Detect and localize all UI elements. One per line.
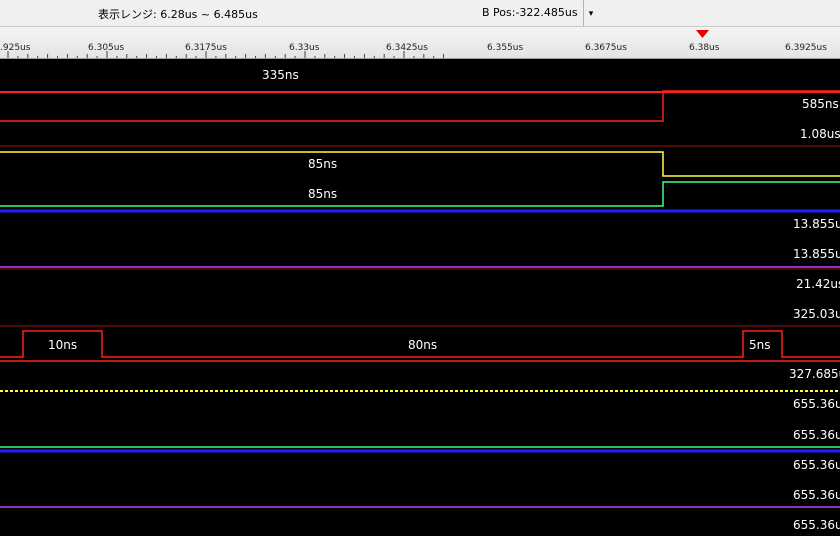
row-7-label: 13.855us — [793, 247, 840, 261]
row-10-label-a: 10ns — [48, 338, 77, 352]
row-14: 655.36us — [793, 458, 840, 472]
row-2-label: 585ns — [802, 97, 839, 111]
row-12-label: 655.36us — [793, 397, 840, 411]
row-10: 10ns 80ns 5ns — [0, 330, 840, 358]
tick-label-3: 6.33us — [289, 43, 320, 53]
row-6-label: 13.855us — [793, 217, 840, 231]
ruler-labels: .925us 6.305us 6.3175us 6.33us 6.3425us … — [0, 43, 827, 53]
tick-label-1: 6.305us — [88, 43, 124, 53]
row-13: 655.36us — [0, 428, 840, 448]
header-divider — [583, 0, 584, 26]
row-12: 655.36us — [0, 390, 840, 411]
row-16: 655.36us — [793, 518, 840, 532]
range-label: 表示レンジ: 6.28us ~ 6.485us — [98, 8, 258, 21]
tick-label-0: .925us — [0, 43, 31, 53]
tick-label-4: 6.3425us — [386, 43, 428, 53]
row-1: 335ns — [0, 68, 840, 122]
row-11-label: 327.685us — [789, 367, 840, 381]
tick-label-6: 6.3675us — [585, 43, 627, 53]
tick-label-5: 6.355us — [487, 43, 523, 53]
row-8: 21.42us — [0, 268, 840, 291]
b-pos-label: B Pos:-322.485us — [482, 6, 578, 19]
row-1-bus-line — [0, 90, 840, 122]
row-2: 585ns — [0, 91, 840, 111]
tick-label-2: 6.3175us — [185, 43, 227, 53]
row-3: 1.08us — [0, 127, 840, 147]
row-11: 327.685us — [0, 360, 840, 381]
row-7: 13.855us — [0, 247, 840, 268]
row-16-label: 655.36us — [793, 518, 840, 532]
row-4-signal — [0, 151, 840, 177]
row-5: 85ns — [0, 181, 840, 207]
row-4-label: 85ns — [308, 157, 337, 171]
row-10-label-c: 5ns — [749, 338, 771, 352]
tick-label-8: 6.3925us — [785, 43, 827, 53]
row-8-label: 21.42us — [796, 277, 840, 291]
row-13-label: 655.36us — [793, 428, 840, 442]
row-5-label: 85ns — [308, 187, 337, 201]
row-4: 85ns — [0, 151, 840, 177]
ruler-svg: .925us 6.305us 6.3175us 6.33us 6.3425us … — [0, 30, 827, 58]
waveform-area[interactable]: 335ns 585ns 1.08us 85ns 85ns 13.855us 13… — [0, 59, 840, 536]
cursor-marker-icon[interactable] — [696, 30, 709, 38]
tick-label-7: 6.38us — [689, 43, 720, 53]
row-14-label: 655.36us — [793, 458, 840, 472]
row-10-label-b: 80ns — [408, 338, 437, 352]
row-15: 655.36us — [0, 488, 840, 508]
row-9: 325.03us — [0, 307, 840, 327]
row-3-label: 1.08us — [800, 127, 840, 141]
row-1-label: 335ns — [262, 68, 299, 82]
header-bar: 表示レンジ: 6.28us ~ 6.485us B Pos:-322.485us… — [0, 0, 840, 27]
row-6: 13.855us — [793, 217, 840, 231]
row-9-label: 325.03us — [793, 307, 840, 321]
row-5-signal — [0, 181, 840, 207]
time-ruler[interactable]: .925us 6.305us 6.3175us 6.33us 6.3425us … — [0, 27, 840, 59]
row-15-label: 655.36us — [793, 488, 840, 502]
chevron-down-icon[interactable]: ▾ — [585, 8, 597, 20]
